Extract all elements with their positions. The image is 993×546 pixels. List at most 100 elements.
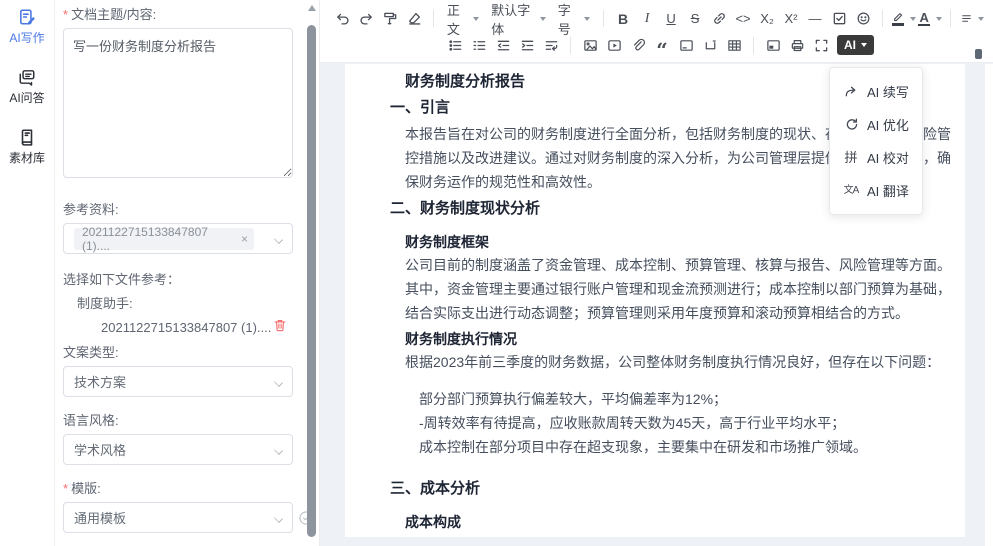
font-color-a-icon: A [918,11,929,26]
chevron-down-icon [275,236,282,243]
optimize-icon [843,117,859,132]
undo-icon[interactable] [330,7,354,31]
menu-item-ai-continue[interactable]: AI 续写 [830,75,922,108]
chevron-down-icon [275,515,282,522]
horizontal-rule-icon[interactable]: — [803,7,827,31]
blockquote-icon[interactable]: “ [650,38,674,62]
font-family-select[interactable]: 默认字体 [485,7,552,31]
fullscreen-icon[interactable] [809,33,833,57]
toolbar-divider [950,10,951,27]
editor-scrollbar-track[interactable] [985,64,993,546]
sidebar-item-label: AI写作 [9,29,44,46]
template-select[interactable]: 通用模板 [63,502,293,533]
bold-button[interactable]: B [611,7,635,31]
chevron-down-icon [540,17,546,21]
template-label: *模版: [63,478,293,497]
print-icon[interactable] [785,33,809,57]
sidebar-item-label: AI问答 [9,89,44,106]
sidebar-item-material-library[interactable]: 素材库 [0,128,54,166]
unordered-list-icon[interactable] [443,33,467,57]
writing-form-panel: *文档主题/内容: 写一份财务制度分析报告 参考资料: 202112271513… [55,0,320,546]
editor-toolbar: 正文 默认字体 字号 B I U S <> X₂ X² — [320,0,993,63]
panel-scrollbar[interactable] [306,0,317,546]
reference-file-tag[interactable]: 2021122715133847807 (1).... × [74,228,254,250]
code-block-icon[interactable] [674,33,698,57]
font-color-button[interactable]: A [917,7,943,31]
toolbar-divider [433,10,434,27]
chevron-down-icon [978,17,984,21]
required-marker: * [63,7,68,22]
required-marker: * [63,481,68,496]
remove-tag-icon[interactable]: × [241,232,248,246]
image-icon[interactable] [578,33,602,57]
doc-block-h3: 财务制度框架 [405,231,957,253]
attachment-icon[interactable] [626,33,650,57]
outdent-icon[interactable] [491,33,515,57]
doc-block-p: 根据2023年前三季度的财务数据，公司整体财务制度执行情况良好，但存在以下问题： [405,350,957,374]
ai-menu-button[interactable]: AI [837,35,874,55]
toolbar-row-1: 正文 默认字体 字号 B I U S <> X₂ X² — [330,5,987,32]
topic-input[interactable]: 写一份财务制度分析报告 [63,28,293,178]
superscript-icon[interactable]: X² [779,7,803,31]
doc-block-p: 公司的成本主要由以下部分构成： [405,533,957,537]
referenced-file-name: 2021122715133847807 (1).... [101,320,271,335]
table-icon[interactable] [722,33,746,57]
font-size-select[interactable]: 字号 [552,7,596,31]
menu-item-ai-optimize[interactable]: AI 优化 [830,108,922,141]
chevron-down-icon [275,379,282,386]
translate-icon: 文A [843,184,859,198]
align-button[interactable] [958,7,987,31]
ordered-list-icon[interactable] [467,33,491,57]
toolbar-divider [603,10,604,27]
task-list-icon[interactable] [827,7,851,31]
topic-label: *文档主题/内容: [63,4,293,23]
chevron-down-icon [275,447,282,454]
proofread-icon: 拼 [843,151,859,165]
paragraph-style-select[interactable]: 正文 [441,7,485,31]
style-select[interactable]: 学术风格 [63,434,293,465]
doc-block-p: 公司目前的制度涵盖了资金管理、成本控制、预算管理、核算与报告、风险管理等方面。其… [405,253,957,325]
doc-block-h3: 成本构成 [405,511,957,533]
italic-button[interactable]: I [635,7,659,31]
chevron-down-icon [910,17,916,21]
doc-block-h2b: 三、成本分析 [390,478,957,500]
doc-block-li: 成本控制在部分项目中存在超支现象，主要集中在研发和市场推广领域。 [405,435,957,459]
highlight-pen-icon [891,11,904,26]
sidebar-item-ai-writing[interactable]: AI写作 [0,8,54,46]
menu-item-ai-translate[interactable]: 文A AI 翻译 [830,174,922,207]
strikethrough-button[interactable]: S [683,7,707,31]
indent-icon[interactable] [515,33,539,57]
redo-icon[interactable] [354,7,378,31]
eraser-icon[interactable] [402,7,426,31]
format-painter-icon[interactable] [378,7,402,31]
assistant-label: 制度助手: [77,293,293,312]
editor-scrollbar-thumb[interactable] [975,49,982,59]
referenced-file-row: 2021122715133847807 (1).... [101,318,287,337]
reference-select[interactable]: 2021122715133847807 (1).... × [63,223,293,254]
doc-type-select[interactable]: 技术方案 [63,366,293,397]
menu-item-ai-proofread[interactable]: 拼 AI 校对 [830,141,922,174]
underline-button[interactable]: U [659,7,683,31]
sidebar-item-ai-qa[interactable]: AI问答 [0,68,54,106]
video-icon[interactable] [602,33,626,57]
scroll-up-arrow-icon[interactable] [308,5,316,11]
chevron-down-icon [473,17,479,21]
inline-code-icon[interactable]: <> [731,7,755,31]
chevron-down-icon [936,17,942,21]
subscript-icon[interactable]: X₂ [755,7,779,31]
link-icon[interactable] [707,7,731,31]
line-wrap-icon[interactable] [539,33,563,57]
app-window: AI写作 AI问答 素材库 *文档主题/内容: 写一份财务制度分析报告 参考资料… [0,0,993,546]
doc-block-li: -周转效率有待提高，应收账款周转天数为45天，高于行业平均水平； [405,411,957,435]
file-reference-section-label: 选择如下文件参考： [63,269,293,288]
toolbar-divider [570,37,571,54]
sidebar-item-label: 素材库 [9,149,45,166]
doc-type-label: 文案类型: [63,342,293,361]
emoji-icon[interactable] [851,7,875,31]
scrollbar-thumb[interactable] [307,25,316,537]
page-break-icon[interactable] [698,33,722,57]
doc-block-h3: 财务制度执行情况 [405,328,957,350]
trash-icon[interactable] [273,318,287,337]
highlight-color-button[interactable] [890,7,917,31]
embed-block-icon[interactable] [761,33,785,57]
